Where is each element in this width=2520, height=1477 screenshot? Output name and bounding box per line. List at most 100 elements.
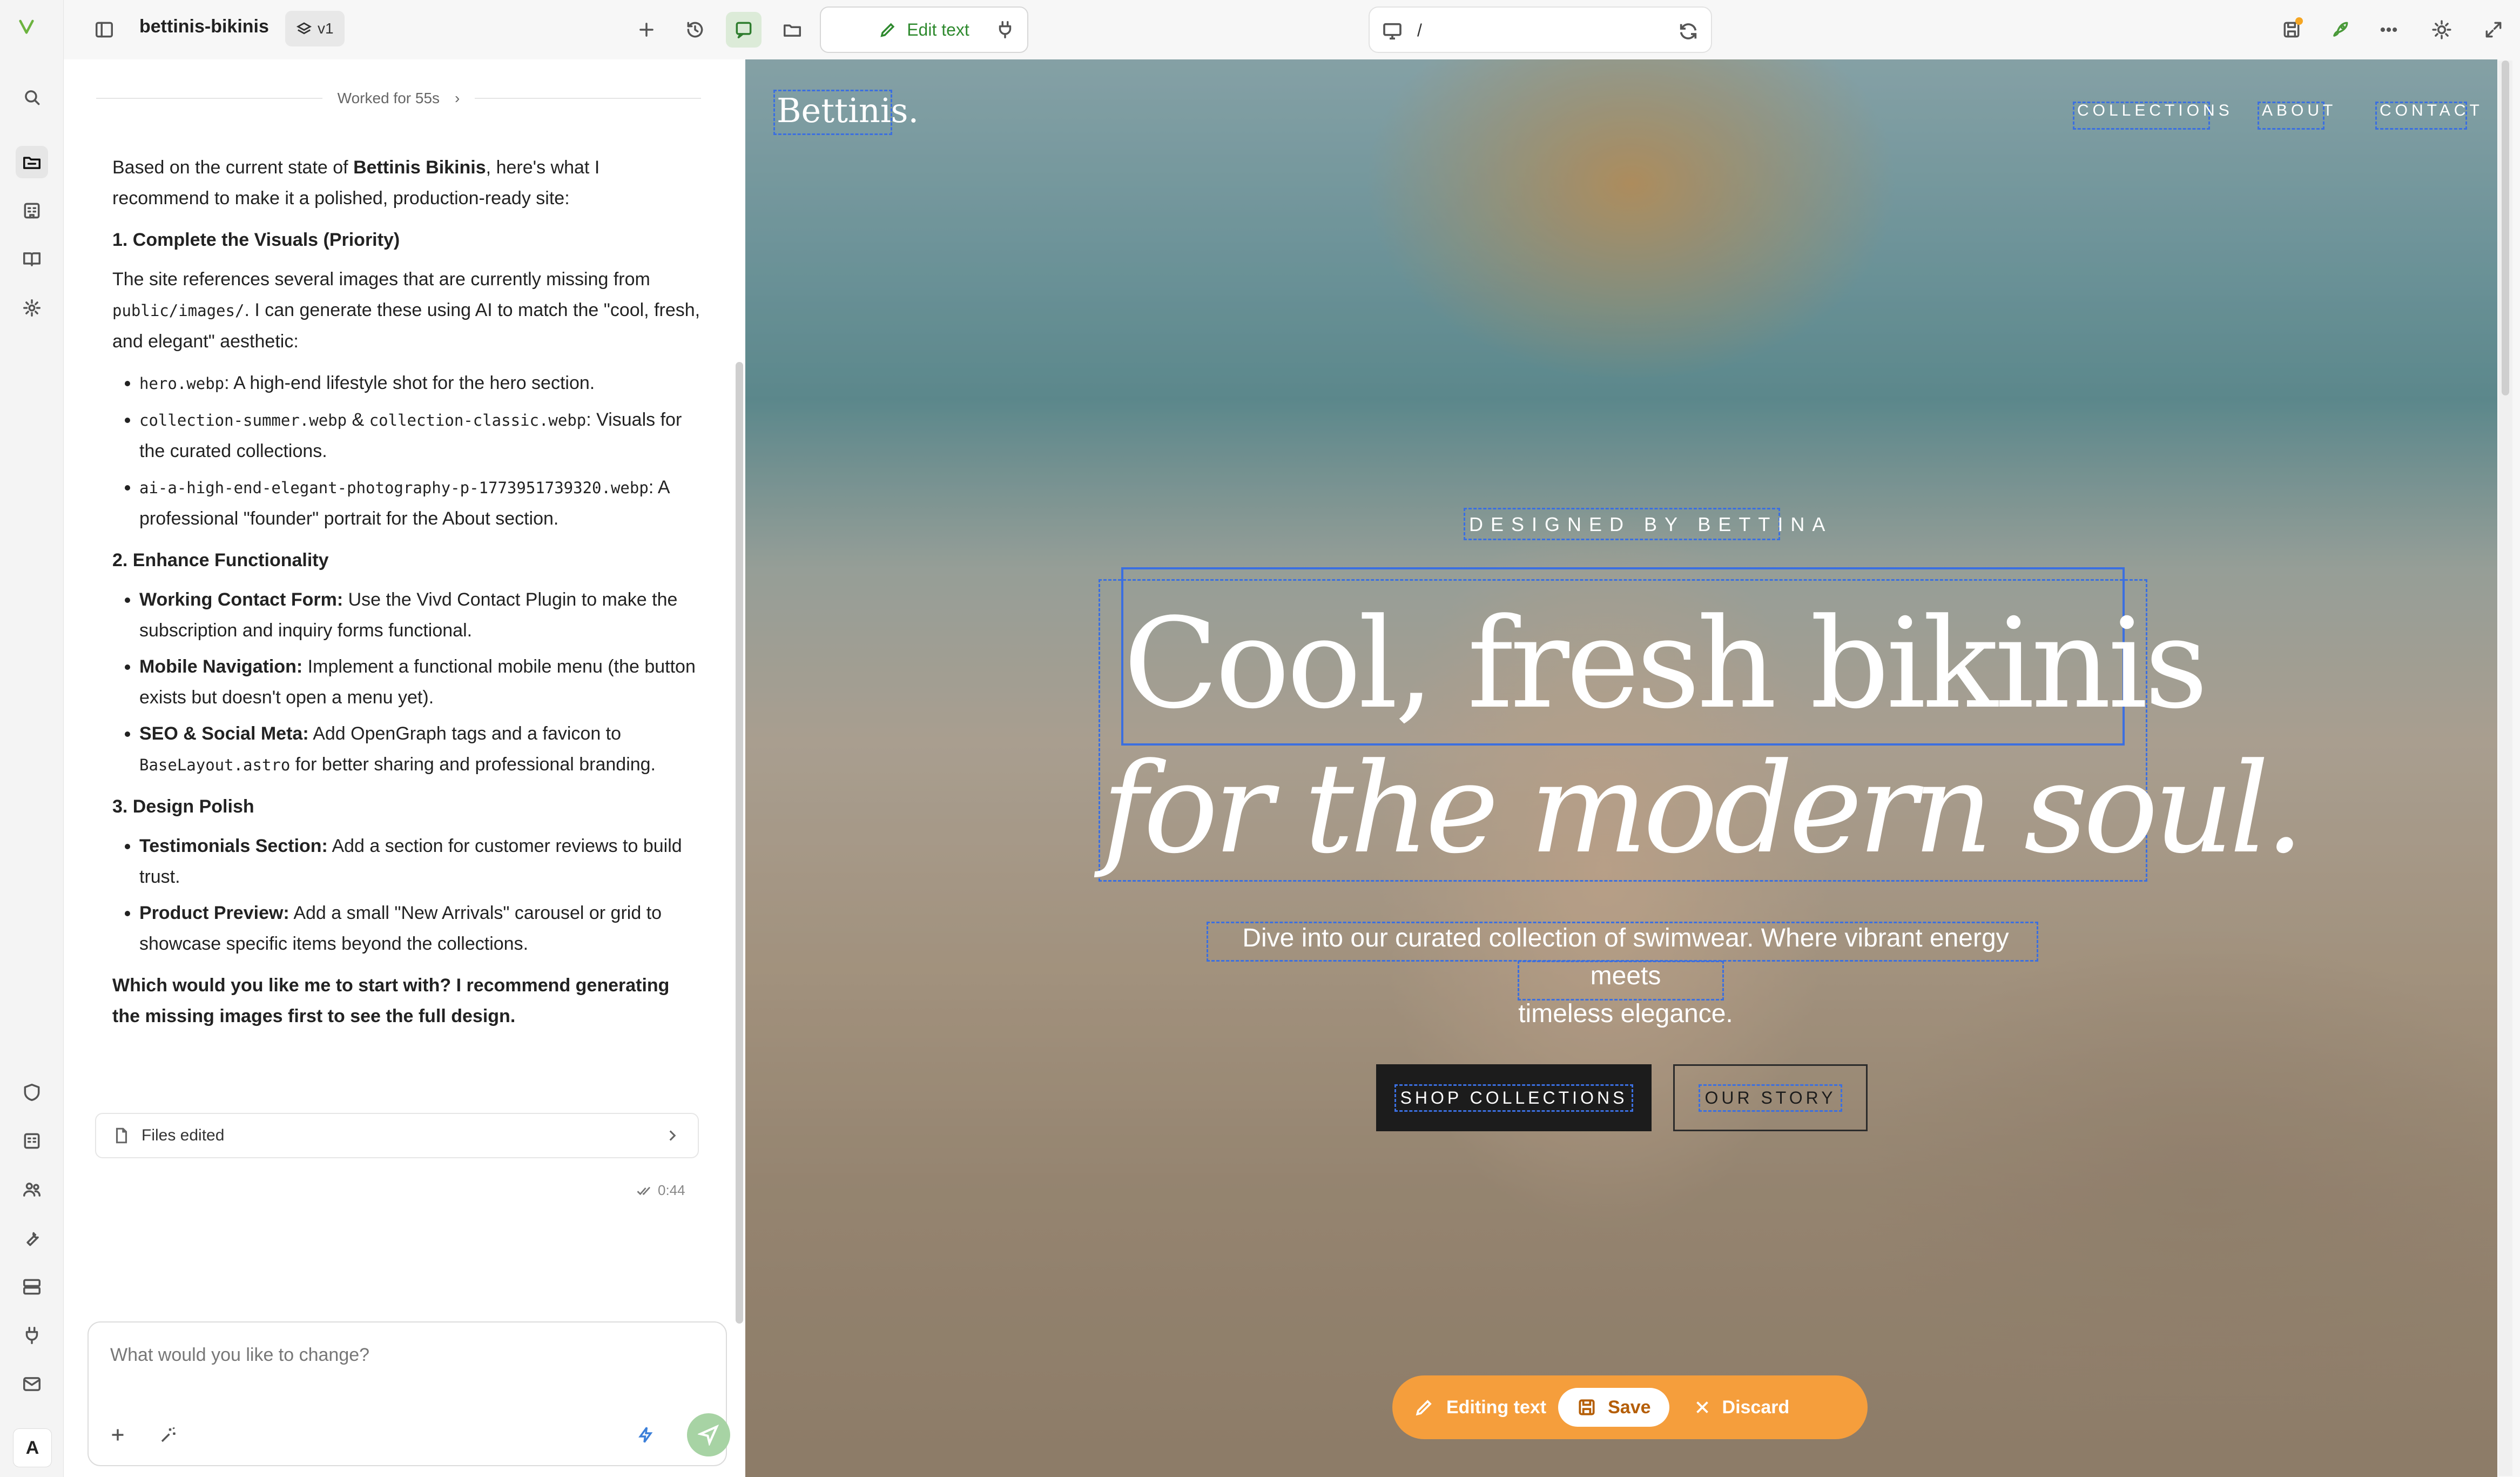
- chat-panel: Worked for 55s › Based on the current st…: [64, 59, 745, 1477]
- plugin-icon[interactable]: [987, 12, 1023, 48]
- folder-icon[interactable]: [774, 12, 810, 48]
- more-options-icon[interactable]: [2371, 12, 2407, 48]
- section-title: 3. Design Polish: [112, 796, 254, 817]
- discard-button[interactable]: Discard: [1692, 1397, 1790, 1418]
- list: Working Contact Form: Use the Vivd Conta…: [112, 585, 701, 781]
- hero-eyebrow[interactable]: DESIGNED BY BETTINA: [1469, 513, 1832, 536]
- close-icon: [1696, 1401, 1708, 1413]
- bold-text: Working Contact Form:: [139, 589, 343, 610]
- bold-text: Product Preview:: [139, 903, 289, 923]
- search-icon[interactable]: [16, 81, 48, 113]
- history-icon[interactable]: [677, 12, 713, 48]
- organization-icon[interactable]: [16, 194, 48, 227]
- list-item: Working Contact Form: Use the Vivd Conta…: [139, 585, 701, 646]
- text: Add OpenGraph tags and a favicon to: [308, 723, 622, 744]
- editing-status: Editing text: [1446, 1397, 1547, 1418]
- list: hero.webp: A high-end lifestyle shot for…: [112, 368, 701, 534]
- list: Testimonials Section: Add a section for …: [112, 831, 701, 959]
- shop-collections-button[interactable]: SHOP COLLECTIONS: [1376, 1064, 1652, 1131]
- chat-icon[interactable]: [726, 12, 762, 48]
- users-icon[interactable]: [16, 1173, 48, 1206]
- pencil-icon: [880, 23, 895, 37]
- url-path[interactable]: /: [1417, 21, 1422, 41]
- bold-text: SEO & Social Meta:: [139, 723, 309, 744]
- message-input[interactable]: [110, 1339, 704, 1371]
- list-item: ai-a-high-end-elegant-photography-p-1773…: [139, 472, 701, 534]
- assistant-message: Based on the current state of Bettinis B…: [112, 152, 701, 1043]
- edit-text-label: Edit text: [907, 19, 969, 39]
- our-story-label: OUR STORY: [1699, 1084, 1842, 1112]
- message-composer: [87, 1321, 730, 1466]
- bold-text: Mobile Navigation:: [139, 656, 303, 677]
- theme-sun-icon[interactable]: [2424, 12, 2460, 48]
- section-paragraph: The site references several images that …: [112, 264, 701, 357]
- new-chat-plus-icon[interactable]: [629, 12, 664, 48]
- send-button[interactable]: [687, 1413, 730, 1456]
- hero-headline-line2[interactable]: for the modern soul.: [1102, 744, 2305, 874]
- save-button[interactable]: Save: [1558, 1388, 1669, 1427]
- code-snippet: BaseLayout.astro: [139, 756, 291, 774]
- lightning-icon[interactable]: [631, 1420, 661, 1450]
- text: &: [347, 409, 369, 430]
- worked-for-divider[interactable]: Worked for 55s ›: [96, 88, 702, 109]
- top-bar: bettinis-bikinis v1 Edit text /: [64, 0, 2520, 59]
- scrollbar-thumb[interactable]: [2502, 61, 2509, 395]
- site-preview[interactable]: Bettinis. COLLECTIONS ABOUT CONTACT DESI…: [745, 59, 2497, 1477]
- files-edited-row[interactable]: Files edited: [95, 1113, 699, 1158]
- hero-headline-line1[interactable]: Cool, fresh bikinis: [1123, 600, 2208, 729]
- attach-plus-icon[interactable]: [103, 1420, 133, 1450]
- section-title: 2. Enhance Functionality: [112, 550, 329, 570]
- reload-icon[interactable]: [1677, 21, 1699, 42]
- magic-sparkle-icon[interactable]: [153, 1420, 184, 1450]
- chevron-right-icon: [669, 1130, 676, 1141]
- list-item: Product Preview: Add a small "New Arriva…: [139, 898, 701, 959]
- book-icon[interactable]: [16, 243, 48, 276]
- fullscreen-icon[interactable]: [2476, 12, 2511, 48]
- subtitle-line1: Dive into our curated collection of swim…: [1242, 924, 2009, 990]
- mail-icon[interactable]: [16, 1368, 48, 1400]
- chevron-right-icon: ›: [455, 90, 460, 106]
- closing-text: Which would you like me to start with? I…: [112, 975, 670, 1026]
- text: The site references several images that …: [112, 269, 650, 290]
- code-snippet: public/images/: [112, 301, 245, 320]
- file-icon: [116, 1127, 127, 1144]
- chat-scrollbar[interactable]: [736, 362, 743, 1324]
- building-icon[interactable]: [16, 1125, 48, 1157]
- url-bar[interactable]: /: [1369, 6, 1712, 53]
- sidebar-toggle-icon[interactable]: [86, 12, 122, 48]
- worked-for-label: Worked for 55s: [337, 90, 440, 106]
- nav-about[interactable]: ABOUT: [2262, 102, 2336, 120]
- vivd-logo-icon[interactable]: [16, 16, 37, 37]
- save-label: Save: [1608, 1397, 1651, 1418]
- shield-icon[interactable]: [16, 1076, 48, 1109]
- plug-icon[interactable]: [16, 1319, 48, 1352]
- nav-collections[interactable]: COLLECTIONS: [2077, 102, 2233, 120]
- discard-label: Discard: [1722, 1397, 1790, 1418]
- message-timestamp: 0:44: [636, 1182, 685, 1199]
- list-item: Testimonials Section: Add a section for …: [139, 831, 701, 892]
- save-project-icon[interactable]: [2274, 12, 2309, 48]
- user-avatar[interactable]: A: [13, 1428, 52, 1467]
- nav-contact[interactable]: CONTACT: [2380, 102, 2483, 120]
- wrench-icon[interactable]: [16, 1222, 48, 1254]
- projects-icon[interactable]: [16, 146, 48, 178]
- bold-text: Testimonials Section:: [139, 836, 328, 856]
- settings-icon[interactable]: [16, 292, 48, 324]
- app-window: A bettinis-bikinis v1 Edit text / Worked…: [0, 0, 2520, 1477]
- preview-scrollbar[interactable]: [2498, 61, 2512, 1476]
- version-label: v1: [318, 20, 334, 37]
- pencil-icon: [1416, 1400, 1432, 1416]
- version-badge[interactable]: v1: [285, 11, 345, 46]
- hero-subtitle[interactable]: Dive into our curated collection of swim…: [1204, 919, 2047, 1033]
- server-icon[interactable]: [16, 1271, 48, 1303]
- list-item: SEO & Social Meta: Add OpenGraph tags an…: [139, 719, 701, 781]
- site-brand[interactable]: Bettinis.: [777, 91, 919, 130]
- closing-paragraph: Which would you like me to start with? I…: [112, 970, 701, 1032]
- shop-collections-label: SHOP COLLECTIONS: [1394, 1084, 1634, 1112]
- rocket-publish-icon[interactable]: [2322, 12, 2358, 48]
- monitor-icon[interactable]: [1382, 21, 1403, 42]
- divider-line: [96, 98, 322, 99]
- our-story-button[interactable]: OUR STORY: [1673, 1064, 1868, 1131]
- list-item: Mobile Navigation: Implement a functiona…: [139, 652, 701, 713]
- save-icon: [1579, 1399, 1595, 1415]
